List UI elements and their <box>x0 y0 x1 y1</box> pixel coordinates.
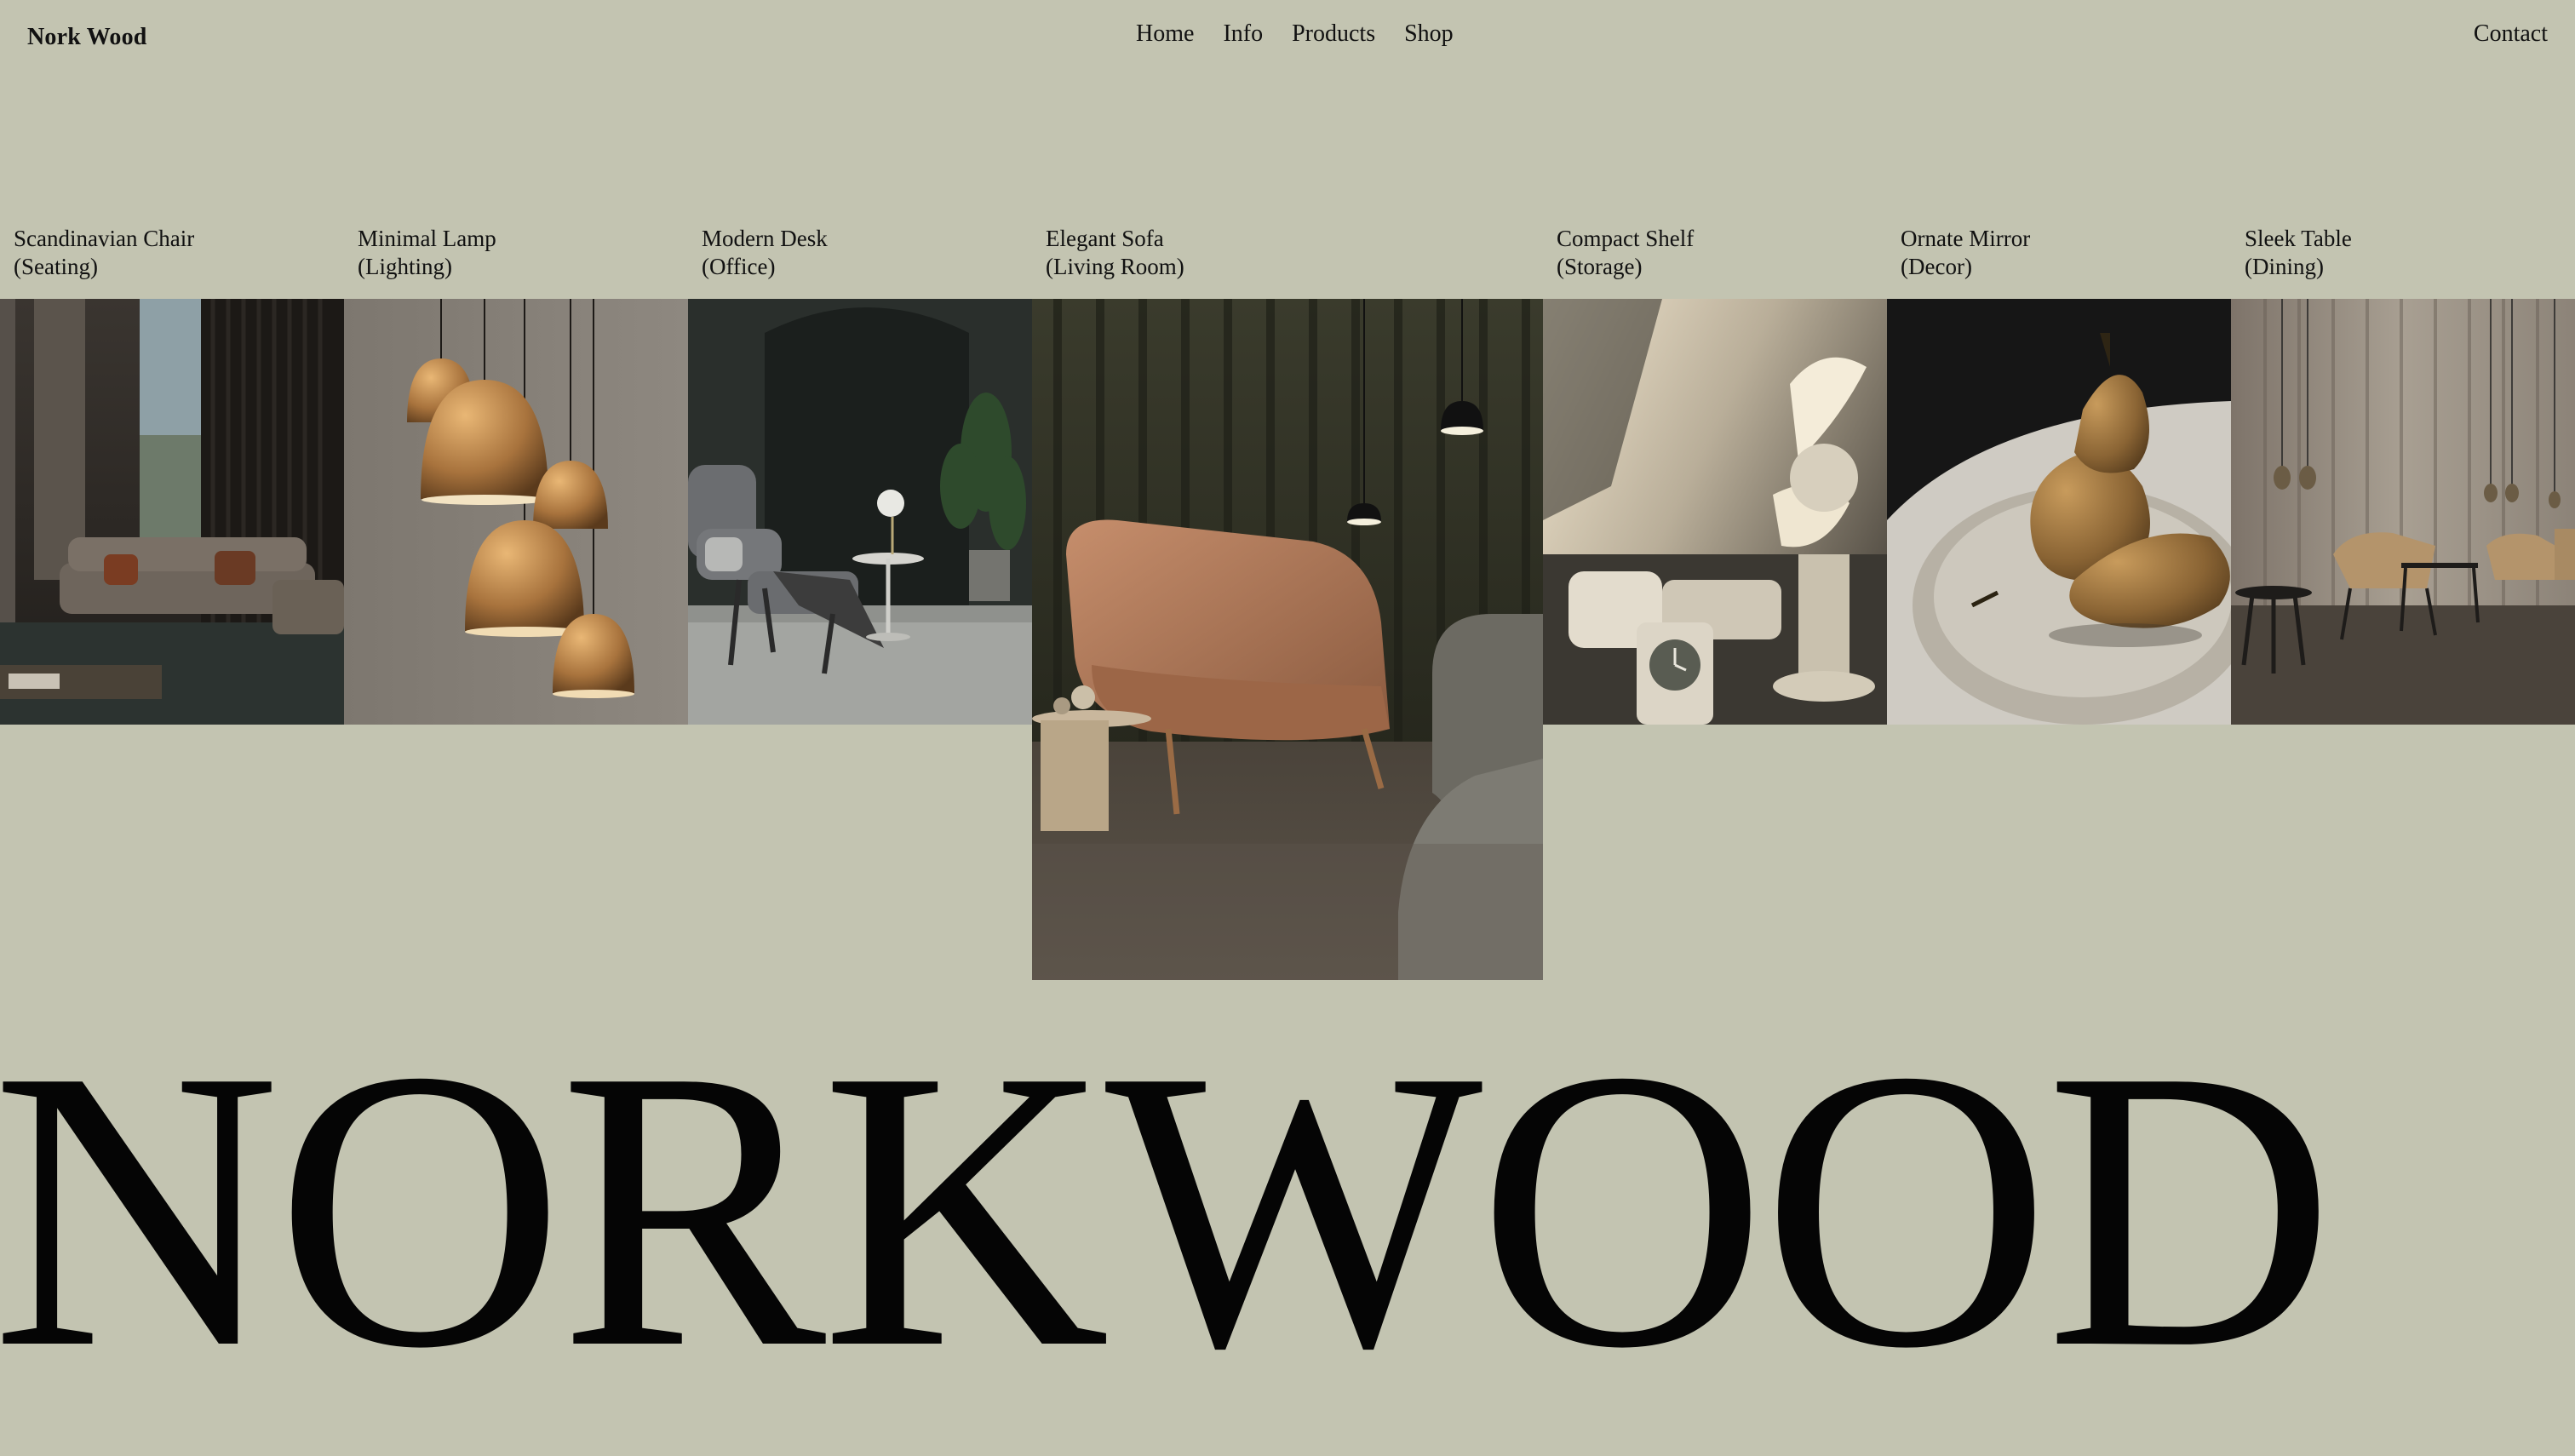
product-name: Ornate Mirror <box>1901 226 2031 251</box>
product-category: (Decor) <box>1901 254 1972 279</box>
product-image-ornate-mirror[interactable] <box>1887 299 2231 725</box>
product-category: (Office) <box>702 254 776 279</box>
product-caption: Compact Shelf (Storage) <box>1543 225 1887 299</box>
nav-products[interactable]: Products <box>1292 20 1375 48</box>
product-category: (Living Room) <box>1046 254 1184 279</box>
nav-shop[interactable]: Shop <box>1404 20 1454 48</box>
product-category: (Seating) <box>14 254 98 279</box>
main-nav: Home Info Products Shop <box>1136 20 1454 48</box>
brand-logo[interactable]: Nork Wood <box>27 24 147 51</box>
product-category: (Storage) <box>1557 254 1643 279</box>
product-card-minimal-lamp[interactable]: Minimal Lamp (Lighting) <box>344 225 688 725</box>
nav-home[interactable]: Home <box>1136 20 1194 48</box>
product-caption: Ornate Mirror (Decor) <box>1887 225 2231 299</box>
product-caption: Sleek Table (Dining) <box>2231 225 2575 299</box>
product-image-modern-desk[interactable] <box>688 299 1032 725</box>
product-image-minimal-lamp[interactable] <box>344 299 688 725</box>
product-name: Sleek Table <box>2245 226 2352 251</box>
nav-contact[interactable]: Contact <box>2474 20 2548 48</box>
hero-wordmark: NORKWOOD <box>0 987 2335 1430</box>
product-name: Scandinavian Chair <box>14 226 195 251</box>
product-image-elegant-sofa[interactable] <box>1032 299 1543 980</box>
product-image-scandinavian-chair[interactable] <box>0 299 344 725</box>
product-image-compact-shelf[interactable] <box>1543 299 1887 725</box>
product-caption: Minimal Lamp (Lighting) <box>344 225 688 299</box>
product-caption: Scandinavian Chair (Seating) <box>0 225 344 299</box>
product-caption: Modern Desk (Office) <box>688 225 1032 299</box>
product-name: Elegant Sofa <box>1046 226 1164 251</box>
product-card-scandinavian-chair[interactable]: Scandinavian Chair (Seating) <box>0 225 344 725</box>
product-card-compact-shelf[interactable]: Compact Shelf (Storage) <box>1543 225 1887 725</box>
product-image-sleek-table[interactable] <box>2231 299 2575 725</box>
product-category: (Dining) <box>2245 254 2324 279</box>
product-category: (Lighting) <box>358 254 452 279</box>
nav-info[interactable]: Info <box>1223 20 1263 48</box>
product-card-sleek-table[interactable]: Sleek Table (Dining) <box>2231 225 2575 725</box>
product-name: Minimal Lamp <box>358 226 496 251</box>
product-card-elegant-sofa[interactable]: Elegant Sofa (Living Room) <box>1032 225 1543 980</box>
product-caption: Elegant Sofa (Living Room) <box>1032 225 1543 299</box>
product-card-ornate-mirror[interactable]: Ornate Mirror (Decor) <box>1887 225 2231 725</box>
product-name: Compact Shelf <box>1557 226 1695 251</box>
product-card-modern-desk[interactable]: Modern Desk (Office) <box>688 225 1032 725</box>
product-name: Modern Desk <box>702 226 828 251</box>
